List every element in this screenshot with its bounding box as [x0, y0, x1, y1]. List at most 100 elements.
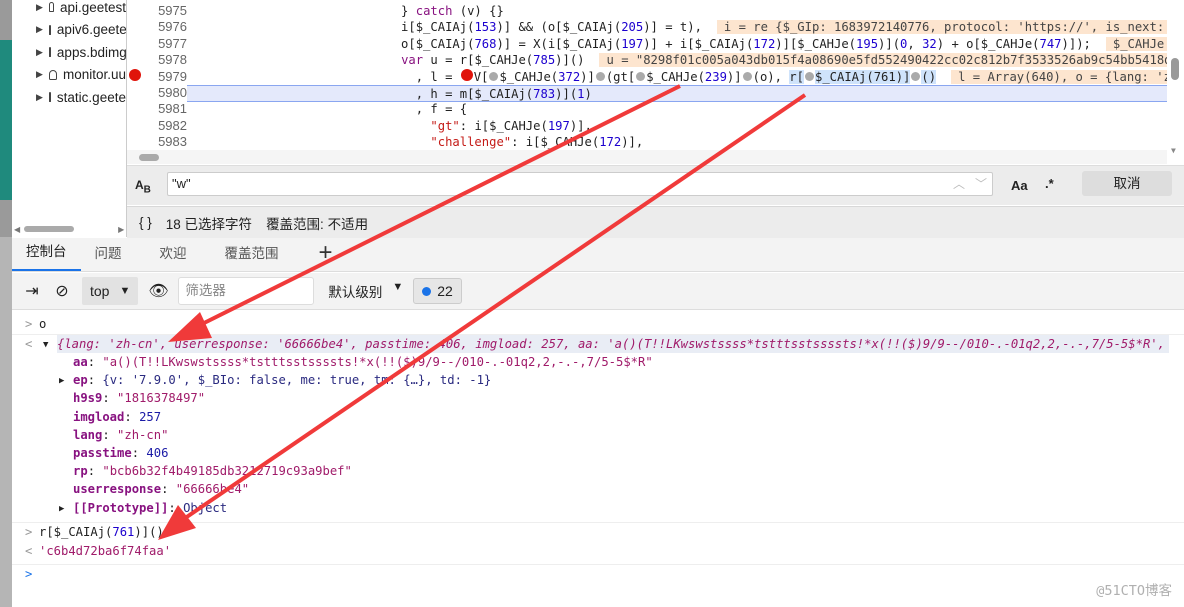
line-number[interactable]: 5975 [127, 3, 187, 18]
code-token: )] = X(i[$_CAIAj( [496, 36, 622, 51]
object-property[interactable]: h9s9: "1816378497" [12, 389, 1184, 407]
code-line[interactable]: } catch (v) {} [313, 3, 504, 20]
code-token: 783 [533, 87, 556, 101]
previous-match-icon[interactable]: ︿ [949, 173, 969, 195]
tree-item[interactable]: ▶ static.geetest [36, 88, 126, 106]
code-token: 239 [704, 69, 727, 84]
code-line[interactable]: i[$_CAIAj(153)] && (o[$_CAIAj(205)] = t)… [313, 19, 1184, 36]
filter-input[interactable]: 筛选器 [178, 277, 315, 305]
inline-breakpoint-icon[interactable] [489, 71, 499, 81]
expand-triangle-icon[interactable]: ▶ [36, 92, 43, 103]
tab-coverage[interactable]: 覆盖范围 [211, 237, 293, 271]
line-number[interactable]: 5979 [127, 69, 187, 84]
sidebar-toggle-icon[interactable]: ⇥ [22, 281, 42, 301]
line-number[interactable]: 5977 [127, 36, 187, 51]
object-property[interactable]: ▶ [[Prototype]]: Object [12, 499, 1184, 517]
issues-counter[interactable]: 22 [413, 278, 462, 304]
code-token: $_CAHJe( [646, 69, 705, 84]
code-token: o[$_CAIAj( [313, 36, 475, 51]
object-property[interactable]: imgload: 257 [12, 408, 1184, 426]
object-summary[interactable]: {lang: 'zh-cn', userresponse: '66666be4'… [57, 335, 1169, 353]
code-token: 32 [922, 36, 937, 51]
expand-triangle-icon[interactable]: ▶ [36, 47, 43, 58]
property-key: rp [73, 464, 88, 479]
object-property[interactable]: ▶ ep: {v: '7.9.0', $_BIo: false, me: true… [12, 371, 1184, 389]
tab-issues[interactable]: 问题 [81, 237, 136, 271]
tree-item-label: static.geetest [56, 89, 126, 105]
line-number[interactable]: 5980 [127, 85, 187, 100]
object-property[interactable]: rp: "bcb6b32f4b49185db3212719c93a9bef" [12, 462, 1184, 480]
inline-breakpoint-icon[interactable] [742, 71, 752, 81]
line-number[interactable]: 5983 [127, 134, 187, 149]
expand-triangle-icon[interactable]: ▶ [36, 69, 43, 80]
inline-breakpoint-icon[interactable] [804, 71, 814, 81]
page-edge-teal [0, 40, 12, 200]
expand-triangle-icon[interactable]: ▶ [36, 2, 43, 13]
tab-console[interactable]: 控制台 [12, 237, 81, 271]
expand-triangle-icon[interactable]: ▶ [59, 500, 64, 518]
line-number[interactable]: 5978 [127, 52, 187, 67]
code-line[interactable]: , h = m[$_CAIAj(783)](1) [187, 85, 1167, 102]
code-line[interactable]: , f = { [313, 101, 467, 118]
code-line[interactable]: "gt": i[$_CAHJe(197)], [313, 118, 591, 135]
inline-breakpoint-icon[interactable] [460, 68, 473, 81]
code-token: )]() [555, 53, 600, 68]
line-number[interactable]: 5981 [127, 101, 187, 116]
expand-triangle-icon[interactable]: ▶ [36, 24, 43, 35]
inline-breakpoint-icon[interactable] [636, 71, 646, 81]
code-token: 785 [533, 53, 556, 68]
regex-button[interactable]: .* [1045, 176, 1054, 191]
object-property[interactable]: passtime: 406 [12, 444, 1184, 462]
cancel-button[interactable]: 取消 [1082, 171, 1172, 196]
drawer-tabs: 控制台 问题 欢迎 覆盖范围 + [12, 238, 1184, 272]
console-output[interactable]: > o < ▼ {lang: 'zh-cn', userresponse: '6666… [12, 311, 1184, 607]
inline-value: i = re {$_GIp: 1683972140776, protocol: … [716, 20, 1184, 35]
console-input-row: > r[$_CAIAj(761)]() [12, 522, 1184, 540]
expand-triangle-icon[interactable]: ▶ [59, 372, 64, 390]
tree-horizontal-scrollbar[interactable]: ◀ ▶ [14, 224, 126, 234]
inline-value: u = "8298f01c005a043db015f4a08690e5fd552… [599, 53, 1184, 68]
line-number[interactable]: 5976 [127, 19, 187, 34]
object-property[interactable]: lang: "zh-cn" [12, 426, 1184, 444]
tab-welcome[interactable]: 欢迎 [146, 237, 201, 271]
context-value: top [90, 283, 110, 299]
code-vertical-scrollbar[interactable]: ▼ [1167, 0, 1184, 165]
match-case-button[interactable]: Aa [1011, 178, 1028, 193]
context-select[interactable]: top ▼ [82, 277, 139, 305]
code-horizontal-scrollbar[interactable] [127, 150, 1167, 164]
code-editor[interactable]: 5975 } catch (v) {} 5976 i[$_CAIAj(153)] … [127, 0, 1184, 165]
code-line[interactable]: , l = V[$_CAHJe(372)] (gt[$_CAHJe(239)] (o… [313, 68, 1184, 86]
property-value: "66666be4" [175, 482, 250, 497]
tree-item[interactable]: ▶ apps.bdimg [36, 43, 126, 61]
inline-breakpoint-icon[interactable] [595, 71, 605, 81]
pretty-print-button[interactable]: { } [139, 215, 152, 230]
line-number[interactable]: 5982 [127, 118, 187, 133]
clear-console-icon[interactable]: ⊘ [52, 281, 72, 301]
result-string: 'c6b4d72ba6f74faa' [39, 544, 172, 558]
code-line[interactable]: var u = r[$_CAHJe(785)]() u = "8298f01c0… [313, 52, 1184, 69]
code-token: 205 [621, 20, 644, 35]
code-token: , h = m[$_CAIAj( [313, 87, 534, 101]
log-levels-dropdown[interactable]: 默认级别 ▼ [328, 281, 403, 301]
file-tree: ▶ api.geetest ▶ apiv6.geetest ▶ apps.bdimg ▶ mo… [0, 0, 127, 237]
next-match-icon[interactable]: ﹀ [971, 173, 991, 195]
inline-breakpoint-icon[interactable] [911, 71, 921, 81]
code-token: ) [584, 87, 592, 101]
console-prompt[interactable]: > [12, 564, 1184, 582]
search-input[interactable]: "w" [167, 172, 993, 196]
tree-item[interactable]: ▶ api.geetest [36, 0, 126, 16]
add-tab-icon[interactable]: + [293, 239, 345, 271]
expand-triangle-icon[interactable]: ▼ [43, 336, 48, 354]
object-property[interactable]: userresponse: "66666be4" [12, 480, 1184, 498]
tree-item[interactable]: ▶ monitor.uu [36, 66, 126, 84]
object-property[interactable]: aa: "a()(T!!LKwswstssss*tstttsstssssts!*… [12, 353, 1184, 371]
live-expression-eye-icon[interactable]: 👁 [148, 281, 168, 301]
code-token: , l = [313, 69, 460, 84]
code-line[interactable]: o[$_CAIAj(768)] = X(i[$_CAIAj(197)] + i[… [313, 36, 1184, 53]
property-key: passtime [73, 446, 132, 460]
code-line[interactable]: "challenge": i[$_CAHJe(172)], [313, 134, 643, 151]
tree-item[interactable]: ▶ apiv6.geetest [36, 21, 126, 39]
console-result-row: <'c6b4d72ba6f74faa' [25, 544, 172, 558]
match-case-ab-icon[interactable]: AB [135, 178, 151, 195]
